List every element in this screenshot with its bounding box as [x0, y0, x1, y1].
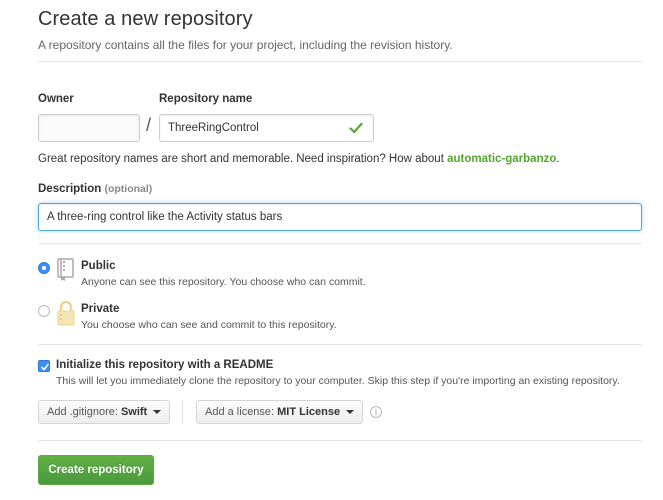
readme-description: This will let you immediately clone the …	[56, 375, 620, 387]
name-hint: Great repository names are short and mem…	[38, 153, 560, 165]
owner-select[interactable]	[38, 114, 140, 142]
page-title: Create a new repository	[38, 8, 253, 30]
repo-book-icon	[57, 258, 74, 281]
description-optional: (optional)	[104, 183, 153, 195]
private-title: Private	[81, 303, 120, 315]
gitignore-prefix: Add .gitignore:	[47, 406, 118, 418]
public-title: Public	[81, 260, 116, 272]
description-input[interactable]: A three-ring control like the Activity s…	[38, 203, 642, 231]
owner-repo-separator: /	[146, 115, 152, 135]
lock-icon	[57, 300, 75, 326]
divider	[38, 61, 642, 62]
private-description: You choose who can see and commit to thi…	[81, 319, 337, 331]
description-label: Description (optional)	[38, 183, 152, 195]
checkmark-icon	[40, 363, 50, 371]
gitignore-dropdown[interactable]: Add .gitignore: Swift	[38, 400, 171, 424]
gitignore-value: Swift	[120, 406, 148, 418]
readme-label[interactable]: Initialize this repository with a README	[56, 359, 273, 371]
license-value: MIT License	[277, 406, 341, 418]
create-repository-button[interactable]: Create repository	[38, 455, 154, 485]
public-description: Anyone can see this repository. You choo…	[81, 276, 366, 288]
info-icon[interactable]: i	[370, 406, 382, 418]
description-value: A three-ring control like the Activity s…	[47, 211, 283, 223]
caret-down-icon	[153, 410, 162, 414]
caret-down-icon	[346, 410, 355, 414]
repository-name-value: ThreeRingControl	[168, 122, 259, 134]
name-hint-suffix: .	[556, 153, 560, 165]
divider	[38, 440, 642, 441]
readme-checkbox[interactable]	[38, 360, 50, 372]
license-dropdown[interactable]: Add a license: MIT License	[196, 400, 364, 424]
license-prefix: Add a license:	[205, 406, 275, 418]
vertical-divider	[182, 400, 183, 424]
owner-label: Owner	[38, 93, 74, 105]
public-radio[interactable]	[38, 262, 50, 274]
page-subtitle: A repository contains all the files for …	[38, 38, 453, 52]
divider	[38, 243, 642, 244]
divider	[38, 344, 642, 345]
name-hint-text: Great repository names are short and mem…	[38, 153, 448, 165]
name-suggestion-link[interactable]: automatic-garbanzo	[447, 153, 556, 165]
repository-name-input[interactable]: ThreeRingControl	[159, 114, 374, 142]
description-label-text: Description	[38, 183, 102, 195]
check-icon	[349, 122, 363, 134]
repository-name-label: Repository name	[159, 93, 253, 105]
private-radio[interactable]	[38, 305, 50, 317]
